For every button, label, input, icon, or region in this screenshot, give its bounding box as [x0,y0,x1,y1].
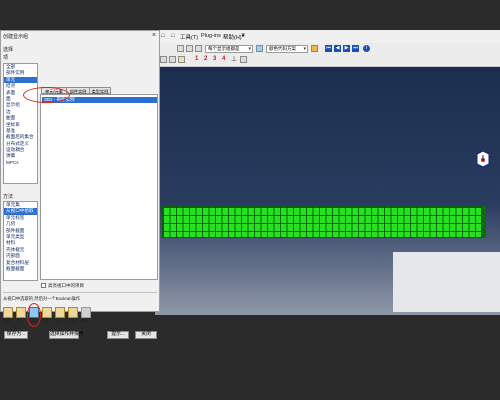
dialog-close-button[interactable]: 关闭 [135,331,157,339]
reset-button[interactable] [81,307,91,318]
dialog-title: 创建显示组 [3,34,29,40]
first-frame-icon[interactable]: ⏮ [325,45,332,52]
list-item[interactable]: MPCs [4,160,37,166]
replace-button[interactable] [3,307,13,318]
method-label: 方法 [3,194,14,200]
method-list[interactable]: 单元集 从视口中拾取 单元标签 几何 部件截面 单元类型 材料 壳体截元 内部面 复合材料层 截面截… [3,201,38,281]
number-2[interactable]: 2 [204,56,207,62]
intersect-button[interactable] [42,307,52,318]
bool-label-4: 相交 [42,319,50,323]
apply-button[interactable]: 提示... [107,331,129,339]
highlight-checkbox[interactable] [41,283,46,288]
items-section-label: 选择 [3,47,14,53]
view-cube-icon[interactable] [475,151,491,167]
bool-label-5: 取一个 [55,319,67,323]
list-item[interactable]: 截面截面 [4,266,37,272]
menu-item-plugins[interactable]: Plug-ins [201,33,221,39]
bool-label-7: 重排 [81,319,89,323]
display-group-icon[interactable] [256,45,263,52]
save-bool-button[interactable] [68,307,78,318]
annotation-ring-row [23,87,70,103]
desktop: □ □ 工具(T) Plug-ins 帮助(H) ❦ 每个显示组都是 颜色代码方… [0,0,500,400]
list-item[interactable]: 截面后的集合 [4,134,37,140]
items-label: 项 [3,55,9,61]
play-icon[interactable]: ▶ [343,45,350,52]
divider [3,292,157,293]
save-as-button[interactable]: 保存为... [4,331,28,339]
number-4[interactable]: 4 [222,56,225,62]
selection-table[interactable]: SB2 · 部件实例 [40,94,158,280]
number-3[interactable]: 3 [213,56,216,62]
render-style-combo[interactable]: 每个显示组都是 [205,45,253,53]
create-display-group-dialog: 创建显示组 × 选择 项 全部 部件实例 单元 结点 表面面显示组边曲面 坐标系 基准 截面后… [0,30,160,339]
rotate-icon[interactable] [195,45,202,52]
color-code-combo[interactable]: 颜色代码方案 [266,45,308,53]
color-palette-icon[interactable] [311,45,318,52]
toolbar-top: 每个显示组都是 颜色代码方案 ⏮ ◀ ▶ ⏭ i [155,43,500,54]
number-1[interactable]: 1 [195,56,198,62]
take-one-button[interactable] [55,307,65,318]
replace-save-button[interactable]: 选择操作并保存 [49,331,84,339]
column-header-3[interactable]: 类型实例 [89,87,111,94]
prev-frame-icon[interactable]: ◀ [334,45,341,52]
beam-end-face [482,206,486,238]
next-frame-icon[interactable]: ⏭ [352,45,359,52]
view-icon-2[interactable] [169,56,176,63]
menu-item-2[interactable]: □ [171,33,174,39]
bool-label-1: 替换 [3,319,11,323]
menu-bar: □ □ 工具(T) Plug-ins 帮助(H) ❦ [155,30,500,44]
close-icon[interactable]: × [152,32,156,39]
bool-label-2: 添加 [16,319,24,323]
menu-item-help[interactable]: 帮助(H) [223,33,242,41]
list-item[interactable]: 从视口中拾取 [4,208,37,215]
add-button[interactable] [16,307,26,318]
zoom-icon[interactable] [177,45,184,52]
boolean-label: 从视口中选取的,然后对一个Boolean操作 [3,296,81,301]
items-list[interactable]: 全部 部件实例 单元 结点 表面面显示组边曲面 坐标系 基准 截面后的集合 分布式定义 运动耦合弹… [3,63,38,184]
info-icon[interactable]: i [363,45,370,52]
menu-item-tools[interactable]: 工具(T) [180,33,198,41]
bool-label-6: 保存 [68,319,76,323]
pan-icon[interactable] [186,45,193,52]
highlight-checkbox-label: 高亮视口中的项目 [48,283,84,288]
toolbar-view: 1 2 3 4 ⊥ [155,54,500,67]
view-icon-1[interactable] [160,56,167,63]
annotation-ring-button [27,303,41,327]
axis-triad-icon[interactable]: ⊥ [231,55,237,63]
meshed-beam[interactable] [162,206,482,238]
view-icon-3[interactable] [178,56,185,63]
side-panel [393,252,500,312]
view-icon-4[interactable] [240,56,247,63]
menu-item-1[interactable]: □ [161,33,164,39]
menu-item-extra[interactable]: ❦ [241,33,246,39]
